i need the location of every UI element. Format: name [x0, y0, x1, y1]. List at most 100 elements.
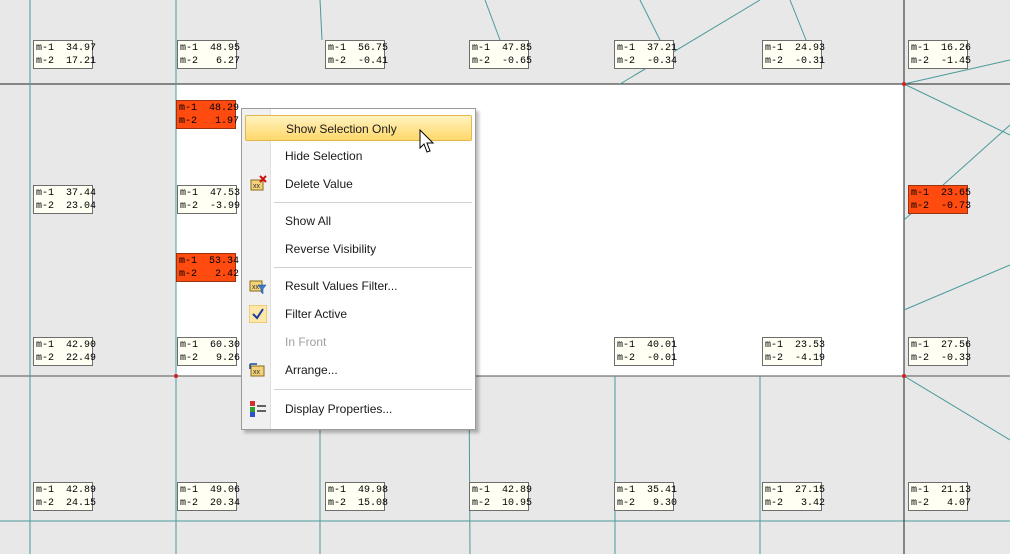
- menu-item-filter-active[interactable]: Filter Active: [245, 301, 472, 327]
- result-value-label[interactable]: m-1 40.01 m-2 -0.01: [614, 337, 678, 366]
- result-value-label[interactable]: m-1 21.13 m-2 4.07: [908, 482, 972, 511]
- mesh-lines: [0, 0, 1010, 554]
- menu-separator: [274, 267, 472, 268]
- result-value-label[interactable]: m-1 42.89 m-2 10.95: [469, 482, 533, 511]
- menu-separator: [274, 389, 472, 390]
- m2-value: m-2 2.42: [179, 269, 240, 280]
- m1-value: m-1 48.95: [180, 43, 241, 54]
- filter-icon: xx: [249, 280, 267, 295]
- m1-value: m-1 27.56: [911, 340, 972, 351]
- menu-item-label: Display Properties...: [285, 402, 393, 416]
- m2-value: m-2 3.42: [765, 498, 826, 509]
- result-value-label[interactable]: m-1 49.06 m-2 20.34: [177, 482, 241, 511]
- result-value-label[interactable]: m-1 48.95 m-2 6.27: [177, 40, 241, 69]
- m1-value: m-1 47.85: [472, 43, 533, 54]
- m1-value: m-1 49.06: [180, 485, 241, 496]
- result-value-label[interactable]: m-1 42.90 m-2 22.49: [33, 337, 97, 366]
- svg-text:xx: xx: [253, 183, 261, 190]
- menu-item-delete-value[interactable]: xx Delete Value: [245, 171, 472, 197]
- m2-value: m-2 9.26: [180, 353, 241, 364]
- m2-value: m-2 9.30: [617, 498, 678, 509]
- menu-item-label: Delete Value: [285, 177, 353, 191]
- m1-value: m-1 23.65: [911, 188, 972, 199]
- result-value-label[interactable]: m-1 23.65 m-2 -0.73: [908, 185, 972, 214]
- menu-item-display-properties[interactable]: Display Properties...: [245, 396, 472, 422]
- m1-value: m-1 53.34: [179, 256, 240, 267]
- m2-value: m-2 24.15: [36, 498, 97, 509]
- menu-item-label: Reverse Visibility: [285, 242, 377, 256]
- result-value-label[interactable]: m-1 60.30 m-2 9.26: [177, 337, 241, 366]
- checkmark-icon: [249, 305, 267, 323]
- result-value-label[interactable]: m-1 27.56 m-2 -0.33: [908, 337, 972, 366]
- menu-item-result-values-filter[interactable]: xx Result Values Filter...: [245, 273, 472, 299]
- m1-value: m-1 42.90: [36, 340, 97, 351]
- menu-item-arrange[interactable]: xx Arrange...: [245, 357, 472, 383]
- svg-text:xx: xx: [253, 369, 261, 376]
- m2-value: m-2 4.07: [911, 498, 972, 509]
- m2-value: m-2 22.49: [36, 353, 97, 364]
- result-value-label[interactable]: m-1 16.26 m-2 -1.45: [908, 40, 972, 69]
- menu-item-label: Filter Active: [285, 307, 348, 321]
- m1-value: m-1 49.98: [328, 485, 389, 496]
- menu-item-label: In Front: [285, 335, 327, 349]
- result-value-label[interactable]: m-1 48.29 m-2 1.97: [176, 100, 240, 129]
- m2-value: m-2 -0.41: [328, 56, 389, 67]
- m1-value: m-1 47.53: [180, 188, 241, 199]
- menu-item-in-front[interactable]: In Front: [245, 329, 472, 355]
- m2-value: m-2 6.27: [180, 56, 241, 67]
- result-value-label[interactable]: m-1 23.53 m-2 -4.19: [762, 337, 826, 366]
- m2-value: m-2 -0.31: [765, 56, 826, 67]
- m1-value: m-1 42.89: [36, 485, 97, 496]
- m1-value: m-1 27.15: [765, 485, 826, 496]
- m2-value: m-2 20.34: [180, 498, 241, 509]
- m2-value: m-2 -3.99: [180, 201, 241, 212]
- result-value-label[interactable]: m-1 27.15 m-2 3.42: [762, 482, 826, 511]
- result-value-label[interactable]: m-1 47.85 m-2 -0.65: [469, 40, 533, 69]
- menu-item-show-all[interactable]: Show All: [245, 208, 472, 234]
- m1-value: m-1 60.30: [180, 340, 241, 351]
- m2-value: m-2 -0.73: [911, 201, 972, 212]
- m2-value: m-2 23.04: [36, 201, 97, 212]
- result-value-label[interactable]: m-1 37.44 m-2 23.04: [33, 185, 97, 214]
- m2-value: m-2 -1.45: [911, 56, 972, 67]
- result-value-label[interactable]: m-1 35.41 m-2 9.30: [614, 482, 678, 511]
- m1-value: m-1 40.01: [617, 340, 678, 351]
- m1-value: m-1 37.44: [36, 188, 97, 199]
- context-menu: Show Selection Only Hide Selection xx De…: [241, 108, 476, 430]
- result-value-label[interactable]: m-1 53.34 m-2 2.42: [176, 253, 240, 282]
- m1-value: m-1 24.93: [765, 43, 826, 54]
- m1-value: m-1 16.26: [911, 43, 972, 54]
- m2-value: m-2 10.95: [472, 498, 533, 509]
- result-value-label[interactable]: m-1 24.93 m-2 -0.31: [762, 40, 826, 69]
- result-value-label[interactable]: m-1 56.75 m-2 -0.41: [325, 40, 389, 69]
- menu-item-label: Show Selection Only: [286, 122, 397, 136]
- result-value-label[interactable]: m-1 34.97 m-2 17.21: [33, 40, 97, 69]
- result-value-label[interactable]: m-1 47.53 m-2 -3.99: [177, 185, 241, 214]
- m1-value: m-1 21.13: [911, 485, 972, 496]
- m2-value: m-2 -0.33: [911, 353, 972, 364]
- result-value-label[interactable]: m-1 42.89 m-2 24.15: [33, 482, 97, 511]
- menu-item-label: Show All: [285, 214, 332, 228]
- menu-separator: [274, 202, 472, 203]
- model-canvas[interactable]: m-1 34.97 m-2 17.21 m-1 48.95 m-2 6.27 m-1 5…: [0, 0, 1010, 554]
- delete-value-icon: xx: [250, 175, 267, 191]
- m1-value: m-1 37.21: [617, 43, 678, 54]
- m1-value: m-1 48.29: [179, 103, 240, 114]
- m2-value: m-2 17.21: [36, 56, 97, 67]
- result-value-label[interactable]: m-1 37.21 m-2 -0.34: [614, 40, 678, 69]
- m2-value: m-2 -0.01: [617, 353, 678, 364]
- mouse-pointer-icon: [419, 129, 435, 153]
- display-properties-icon: [250, 401, 266, 417]
- menu-item-hide-selection[interactable]: Hide Selection: [245, 143, 472, 169]
- m1-value: m-1 56.75: [328, 43, 389, 54]
- m1-value: m-1 42.89: [472, 485, 533, 496]
- m1-value: m-1 23.53: [765, 340, 826, 351]
- result-value-label[interactable]: m-1 49.98 m-2 15.08: [325, 482, 389, 511]
- menu-item-label: Arrange...: [285, 363, 338, 377]
- menu-item-show-selection-only[interactable]: Show Selection Only: [245, 115, 472, 141]
- m2-value: m-2 15.08: [328, 498, 389, 509]
- m1-value: m-1 34.97: [36, 43, 97, 54]
- menu-item-reverse-visibility[interactable]: Reverse Visibility: [245, 236, 472, 262]
- m2-value: m-2 -0.34: [617, 56, 678, 67]
- m2-value: m-2 1.97: [179, 116, 240, 127]
